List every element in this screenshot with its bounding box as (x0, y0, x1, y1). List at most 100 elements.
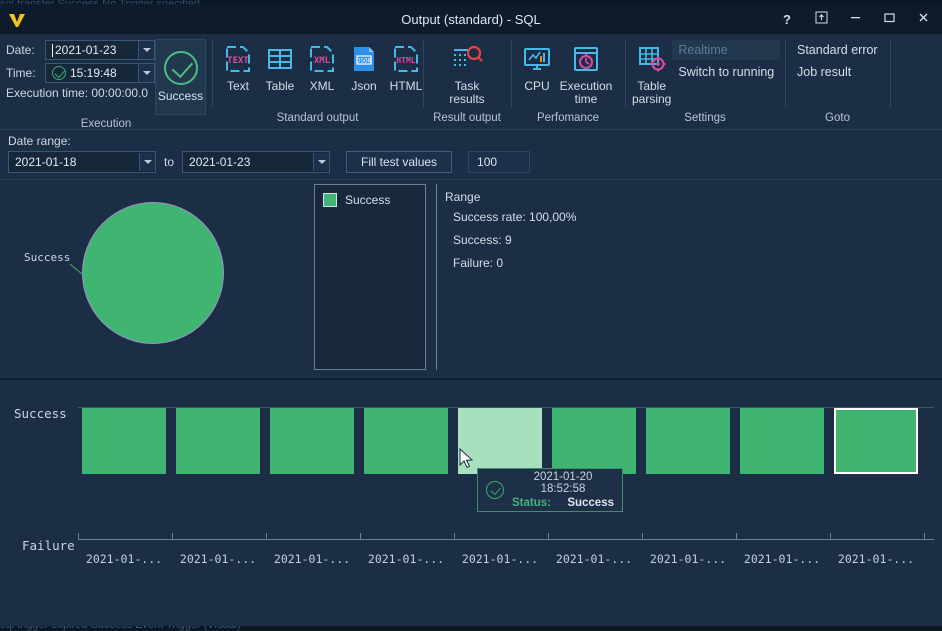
date-range-separator: to (164, 155, 174, 169)
timeline-bar[interactable] (552, 408, 636, 474)
perfomance-buttons: CPU Execution time (517, 38, 613, 109)
output-standard-sql-window: Output (standard) - SQL ? (0, 4, 942, 626)
timeline-chart: Success Failure (0, 380, 942, 626)
time-input[interactable]: 15:19:48 (45, 63, 155, 83)
date-range-to-input[interactable]: 2021-01-23 (182, 151, 330, 173)
ribbon-toolbar: Date: 2021-01-23 Time: 15:19:48 Exe (0, 34, 942, 130)
execution-fields: Date: 2021-01-23 Time: 15:19:48 Exe (6, 38, 155, 100)
svg-text:JSON: JSON (357, 58, 372, 65)
date-range-from-arrow[interactable] (139, 153, 155, 171)
axis-label-failure: Failure (22, 538, 75, 553)
chart-legend: Success (314, 184, 426, 370)
x-axis-label: 2021-01-... (176, 552, 260, 566)
text-file-icon: TEXT (222, 41, 254, 77)
date-input[interactable]: 2021-01-23 (45, 40, 155, 60)
x-axis-label: 2021-01-... (740, 552, 824, 566)
timeline-bar[interactable] (82, 408, 166, 474)
date-range-from-input[interactable]: 2021-01-18 (8, 151, 156, 173)
test-values-count-input[interactable]: 100 (468, 151, 530, 173)
svg-text:XML: XML (314, 56, 331, 66)
xml-output-button[interactable]: XML XML (302, 38, 342, 96)
pie-chart[interactable]: Success (0, 180, 314, 378)
timeline-bar[interactable] (646, 408, 730, 474)
standard-output-buttons: TEXT Text Table (218, 38, 426, 96)
html-output-button[interactable]: HTML HTML (386, 38, 426, 96)
table-output-label: Table (266, 80, 295, 93)
html-file-icon: HTML (390, 41, 422, 77)
standard-error-button[interactable]: Standard error (791, 40, 884, 60)
date-value: 2021-01-23 (55, 43, 116, 57)
tooltip-timestamp: 2021-01-20 18:52:58 (512, 471, 614, 495)
timeline-bar[interactable] (740, 408, 824, 474)
execution-status-button[interactable]: Success (155, 39, 206, 115)
range-title: Range (445, 190, 940, 204)
ribbon-group-goto: Standard error Job result Goto (785, 34, 890, 129)
maximize-button[interactable] (872, 5, 906, 33)
time-dropdown-arrow[interactable] (138, 64, 154, 82)
task-results-button[interactable]: Task results (440, 38, 494, 109)
job-result-button[interactable]: Job result (791, 62, 884, 82)
axis-tick (642, 533, 643, 540)
timeline-bar[interactable] (364, 408, 448, 474)
legend-swatch-success (323, 193, 337, 207)
help-button[interactable]: ? (770, 5, 804, 33)
group-title-result-output: Result output (423, 109, 511, 129)
fill-test-values-button[interactable]: Fill test values (346, 151, 452, 173)
ribbon-group-settings: Table parsing Realtime Switch to running… (625, 34, 785, 129)
chevron-down-icon (318, 160, 326, 164)
ribbon-group-execution: Date: 2021-01-23 Time: 15:19:48 Exe (0, 34, 212, 129)
task-results-label: Task results (441, 80, 493, 106)
date-dropdown-arrow[interactable] (138, 41, 154, 59)
json-output-button[interactable]: JSON Json (344, 38, 384, 96)
legend-item-success[interactable]: Success (323, 193, 417, 207)
axis-line-bottom (78, 539, 934, 540)
group-title-settings: Settings (625, 109, 785, 129)
ribbon-group-spacer (890, 34, 942, 129)
minimize-icon (849, 11, 862, 27)
switch-to-running-button[interactable]: Switch to running (672, 62, 780, 82)
execution-time-button[interactable]: Execution time (559, 38, 613, 109)
axis-tick (454, 533, 455, 540)
float-button[interactable] (804, 5, 838, 33)
date-range-to-value: 2021-01-23 (183, 155, 313, 169)
pie-slice-success[interactable] (82, 202, 224, 344)
axis-tick (360, 533, 361, 540)
svg-text:HTML: HTML (396, 56, 415, 65)
table-parsing-button[interactable]: Table parsing (631, 38, 672, 109)
time-value: 15:19:48 (70, 66, 117, 80)
x-axis-label: 2021-01-... (364, 552, 448, 566)
execution-time-label: Execution time (560, 80, 613, 106)
mouse-cursor-icon (459, 448, 475, 470)
minimize-button[interactable] (838, 5, 872, 33)
table-output-button[interactable]: Table (260, 38, 300, 96)
table-parsing-label: Table parsing (632, 80, 671, 106)
x-axis-label: 2021-01-... (646, 552, 730, 566)
content-area: Success Success Range Success rate: 100,… (0, 180, 942, 626)
cpu-button[interactable]: CPU (517, 38, 557, 96)
realtime-button[interactable]: Realtime (672, 40, 780, 60)
x-axis-label: 2021-01-... (270, 552, 354, 566)
ribbon-group-standard-output: TEXT Text Table (212, 34, 423, 129)
svg-text:TEXT: TEXT (227, 56, 249, 66)
x-axis-label: 2021-01-... (552, 552, 636, 566)
success-count-text: Success: 9 (453, 233, 940, 247)
date-range-to-arrow[interactable] (313, 153, 329, 171)
window-titlebar[interactable]: Output (standard) - SQL ? (0, 4, 942, 34)
app-logo-icon (6, 8, 28, 30)
tooltip-status-key: Status: (512, 497, 551, 509)
window-controls: ? (770, 5, 940, 33)
text-output-button[interactable]: TEXT Text (218, 38, 258, 96)
timeline-bar-selected[interactable] (834, 408, 918, 474)
cpu-label: CPU (524, 80, 549, 93)
summary-pane: Success Success Range Success rate: 100,… (0, 180, 942, 380)
timeline-bar[interactable] (270, 408, 354, 474)
close-button[interactable] (906, 5, 940, 33)
x-axis-label: 2021-01-... (82, 552, 166, 566)
timeline-bar[interactable] (176, 408, 260, 474)
axis-tick (924, 533, 925, 540)
axis-tick (266, 533, 267, 540)
table-parsing-gear-icon (636, 41, 668, 77)
date-field-row: Date: 2021-01-23 (6, 40, 155, 60)
failure-count-text: Failure: 0 (453, 256, 940, 270)
axis-tick (548, 533, 549, 540)
